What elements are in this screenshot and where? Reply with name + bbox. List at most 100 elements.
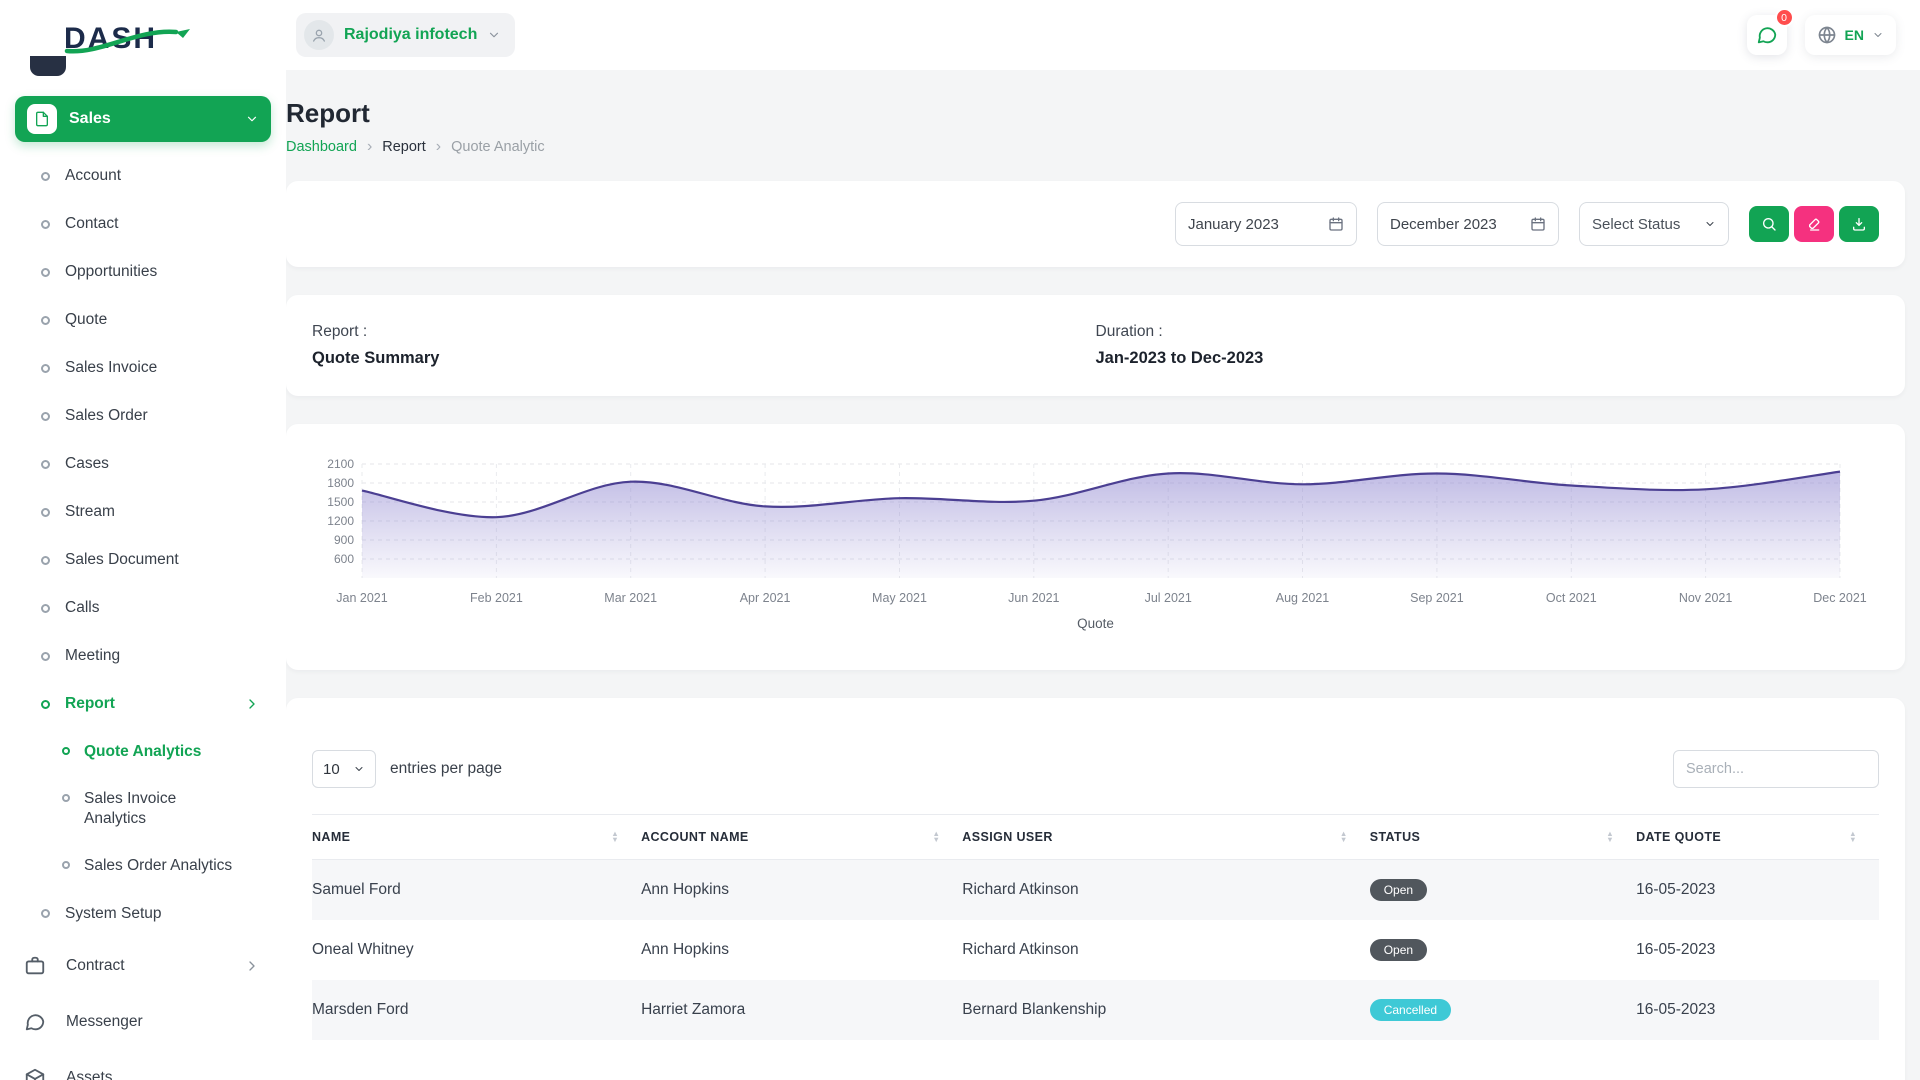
table-row[interactable]: Samuel FordAnn HopkinsRichard AtkinsonOp… bbox=[312, 860, 1879, 921]
breadcrumb-current: Quote Analytic bbox=[451, 139, 545, 155]
quote-area-chart: 6009001200150018002100Jan 2021Feb 2021Ma… bbox=[312, 450, 1879, 612]
status-badge: Open bbox=[1370, 939, 1427, 961]
company-selector[interactable]: Rajodiya infotech bbox=[296, 13, 515, 57]
sidebar-item-contract[interactable]: Contract bbox=[0, 938, 286, 994]
bullet-icon bbox=[62, 794, 70, 802]
sidebar-item-sales-invoice[interactable]: Sales Invoice bbox=[0, 344, 286, 392]
bullet-icon bbox=[41, 364, 50, 373]
sidebar-group-sales[interactable]: Sales bbox=[15, 96, 271, 142]
page-title: Report bbox=[286, 98, 1905, 129]
sidebar-item-label: Assets bbox=[66, 1069, 113, 1080]
company-name: Rajodiya infotech bbox=[344, 26, 477, 44]
sidebar-item-label: Contract bbox=[66, 957, 125, 975]
column-header-status[interactable]: STATUS▲▼ bbox=[1370, 815, 1636, 860]
sidebar-item-sales-document[interactable]: Sales Document bbox=[0, 536, 286, 584]
download-icon bbox=[1851, 216, 1867, 232]
cell-date-quote: 16-05-2023 bbox=[1636, 980, 1879, 1040]
sidebar-item-label: System Setup bbox=[65, 905, 162, 923]
sidebar-subitem-sales-order-analytics[interactable]: Sales Order Analytics bbox=[62, 842, 286, 889]
sidebar-group-label: Sales bbox=[69, 110, 111, 128]
sidebar-item-label: Sales Order bbox=[65, 407, 148, 425]
sidebar-item-account[interactable]: Account bbox=[0, 152, 286, 200]
sidebar-subitem-label: Sales Order Analytics bbox=[84, 856, 232, 875]
page-size-select[interactable]: 10 bbox=[312, 750, 376, 788]
sidebar-item-cases[interactable]: Cases bbox=[0, 440, 286, 488]
svg-text:1800: 1800 bbox=[327, 476, 354, 490]
sidebar-item-sales-order[interactable]: Sales Order bbox=[0, 392, 286, 440]
sidebar-item-meeting[interactable]: Meeting bbox=[0, 632, 286, 680]
reset-filter-button[interactable] bbox=[1794, 206, 1834, 242]
svg-text:Jun 2021: Jun 2021 bbox=[1008, 591, 1059, 605]
messages-button[interactable]: 0 bbox=[1747, 15, 1787, 55]
sales-file-icon bbox=[27, 104, 57, 134]
page-size-value: 10 bbox=[323, 761, 340, 778]
start-month-input[interactable]: January 2023 bbox=[1175, 202, 1357, 246]
chevron-down-icon bbox=[1872, 29, 1884, 41]
breadcrumb-dashboard[interactable]: Dashboard bbox=[286, 139, 357, 155]
bullet-icon bbox=[41, 556, 50, 565]
sidebar-item-label: Stream bbox=[65, 503, 115, 521]
sidebar-item-quote[interactable]: Quote bbox=[0, 296, 286, 344]
chart-card: 6009001200150018002100Jan 2021Feb 2021Ma… bbox=[286, 424, 1905, 670]
svg-text:Aug 2021: Aug 2021 bbox=[1276, 591, 1330, 605]
sidebar-item-label: Contact bbox=[65, 215, 118, 233]
download-button[interactable] bbox=[1839, 206, 1879, 242]
sidebar-subitem-sales-invoice-analytics[interactable]: Sales Invoice Analytics bbox=[62, 775, 286, 842]
sidebar-item-report[interactable]: Report bbox=[0, 680, 286, 728]
status-badge: Cancelled bbox=[1370, 999, 1451, 1021]
sidebar-item-messenger[interactable]: Messenger bbox=[0, 994, 286, 1050]
notification-badge: 0 bbox=[1775, 8, 1794, 27]
bullet-icon bbox=[41, 508, 50, 517]
apply-filter-button[interactable] bbox=[1749, 206, 1789, 242]
quotes-table-card: 10 entries per page NAME▲▼ACCOUNT NAME▲▼… bbox=[286, 698, 1905, 1080]
chevron-down-icon bbox=[245, 112, 259, 126]
sidebar-item-calls[interactable]: Calls bbox=[0, 584, 286, 632]
column-header-account-name[interactable]: ACCOUNT NAME▲▼ bbox=[641, 815, 962, 860]
sidebar-item-opportunities[interactable]: Opportunities bbox=[0, 248, 286, 296]
search-input[interactable] bbox=[1673, 750, 1879, 788]
language-selector[interactable]: EN bbox=[1805, 15, 1896, 55]
sidebar-item-label: Sales Invoice bbox=[65, 359, 157, 377]
sidebar-item-contact[interactable]: Contact bbox=[0, 200, 286, 248]
breadcrumb: Dashboard › Report › Quote Analytic bbox=[286, 139, 1905, 155]
end-month-input[interactable]: December 2023 bbox=[1377, 202, 1559, 246]
table-row[interactable]: Marsden FordHarriet ZamoraBernard Blanke… bbox=[312, 980, 1879, 1040]
app-logo[interactable]: DASH bbox=[0, 0, 286, 60]
svg-text:2100: 2100 bbox=[327, 457, 354, 471]
chevron-down-icon bbox=[353, 763, 365, 775]
report-label: Report : bbox=[312, 323, 1096, 341]
sidebar: DASH Sales AccountContactOpportunitiesQu… bbox=[0, 0, 286, 1080]
chat-bubble-icon bbox=[22, 1011, 48, 1033]
column-header-assign-user[interactable]: ASSIGN USER▲▼ bbox=[962, 815, 1369, 860]
sidebar-subitem-quote-analytics[interactable]: Quote Analytics bbox=[62, 728, 286, 775]
breadcrumb-report[interactable]: Report bbox=[382, 139, 426, 155]
chevron-right-icon bbox=[244, 696, 260, 712]
sidebar-item-stream[interactable]: Stream bbox=[0, 488, 286, 536]
column-header-date-quote[interactable]: DATE QUOTE▲▼ bbox=[1636, 815, 1879, 860]
column-header-label: ACCOUNT NAME bbox=[641, 830, 749, 844]
table-row[interactable]: Oneal WhitneyAnn HopkinsRichard Atkinson… bbox=[312, 920, 1879, 980]
breadcrumb-separator: › bbox=[367, 139, 372, 155]
table-controls: 10 entries per page bbox=[312, 750, 1879, 788]
chevron-right-icon bbox=[244, 958, 260, 974]
bullet-icon bbox=[41, 220, 50, 229]
cell-account-name: Harriet Zamora bbox=[641, 980, 962, 1040]
column-header-label: STATUS bbox=[1370, 830, 1421, 844]
status-select[interactable]: Select Status bbox=[1579, 202, 1729, 246]
sidebar-menu-after: System Setup bbox=[0, 890, 286, 938]
duration-value: Jan-2023 to Dec-2023 bbox=[1096, 349, 1880, 368]
sidebar-menu: Account Contact OpportunitiesQuote Sales In… bbox=[0, 152, 286, 680]
column-header-name[interactable]: NAME▲▼ bbox=[312, 815, 641, 860]
sidebar-item-system-setup[interactable]: System Setup bbox=[0, 890, 286, 938]
bullet-icon bbox=[41, 909, 50, 918]
sidebar-item-label: Meeting bbox=[65, 647, 120, 665]
start-month-value: January 2023 bbox=[1188, 216, 1279, 233]
chart-title: Quote bbox=[312, 616, 1879, 631]
svg-text:900: 900 bbox=[334, 533, 354, 547]
topbar: Rajodiya infotech 0 EN bbox=[286, 0, 1920, 70]
sidebar-bottom-menu: Contract Messenger Assets bbox=[0, 938, 286, 1080]
sidebar-item-label: Report bbox=[65, 695, 115, 713]
svg-text:May 2021: May 2021 bbox=[872, 591, 927, 605]
language-code: EN bbox=[1845, 27, 1864, 43]
sidebar-item-assets[interactable]: Assets bbox=[0, 1050, 286, 1080]
